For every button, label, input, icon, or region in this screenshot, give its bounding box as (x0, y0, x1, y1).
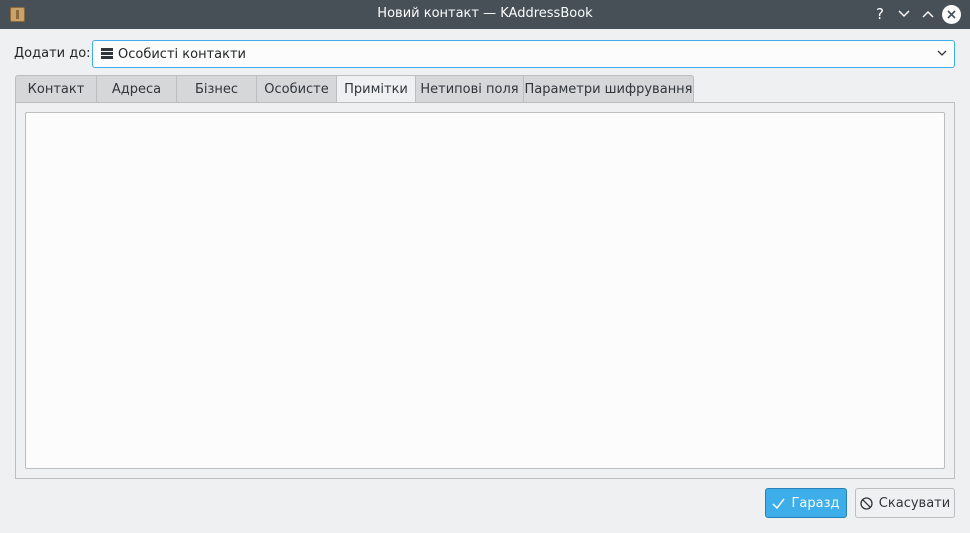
window-title: Новий контакт — KAddressBook (377, 6, 593, 21)
tab-business[interactable]: Бізнес (176, 75, 256, 103)
minimize-button[interactable] (894, 4, 914, 24)
address-book-select[interactable]: Особисті контакти (92, 40, 955, 68)
tab-bar: Контакт Адреса Бізнес Особисте Примітки … (15, 75, 694, 104)
address-book-icon (101, 48, 113, 60)
title-bar: Новий контакт — KAddressBook ? (0, 0, 970, 29)
checkmark-icon (772, 498, 786, 509)
close-icon (947, 10, 956, 19)
tab-address[interactable]: Адреса (96, 75, 176, 103)
cancel-button[interactable]: Скасувати (855, 488, 955, 518)
ok-button-label: Гаразд (791, 495, 840, 511)
add-to-label: Додати до: (14, 46, 91, 61)
cancel-icon (860, 496, 873, 510)
cancel-button-label: Скасувати (878, 495, 951, 511)
ok-button[interactable]: Гаразд (765, 488, 847, 518)
chevron-down-icon (898, 10, 910, 18)
address-book-selected: Особисті контакти (118, 47, 246, 62)
tab-custom-fields[interactable]: Нетипові поля (415, 75, 523, 103)
tab-crypto-settings[interactable]: Параметри шифрування (523, 75, 694, 103)
tab-notes[interactable]: Примітки (336, 75, 415, 104)
notes-editor[interactable] (25, 112, 945, 469)
maximize-button[interactable] (918, 4, 938, 24)
chevron-down-icon (937, 50, 947, 56)
help-button[interactable]: ? (870, 4, 890, 24)
tab-contact[interactable]: Контакт (15, 75, 96, 103)
chevron-up-icon (922, 10, 934, 18)
tab-personal[interactable]: Особисте (256, 75, 336, 103)
close-button[interactable] (942, 5, 961, 24)
